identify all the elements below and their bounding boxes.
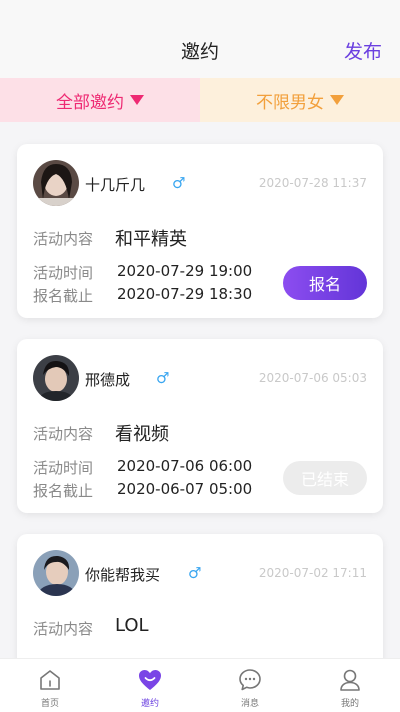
- home-icon: [40, 670, 60, 690]
- post-time: 2020-07-02 17:11: [258, 566, 367, 580]
- activity-time-label: 活动时间: [33, 264, 94, 282]
- deadline-value: 2020-06-07 05:00: [117, 480, 253, 498]
- tab-invite[interactable]: 邀约: [100, 659, 200, 712]
- top-bar: 邀约 发布: [0, 0, 400, 78]
- tab-profile-label: 我的: [340, 699, 359, 709]
- ended-button[interactable]: 已结束: [283, 461, 367, 495]
- bottom-tab-bar: 首页 邀约 消息 我的: [0, 658, 400, 712]
- deadline-label: 报名截止: [33, 482, 94, 500]
- message-icon: [239, 669, 261, 691]
- profile-icon: [340, 669, 360, 691]
- avatar[interactable]: [33, 160, 79, 206]
- invite-type-filter[interactable]: 全部邀约: [0, 78, 200, 122]
- gender-filter[interactable]: 不限男女: [200, 78, 400, 122]
- invite-heart-icon: [139, 670, 161, 690]
- dropdown-triangle-icon: [330, 95, 344, 105]
- tab-home[interactable]: 首页: [0, 659, 100, 712]
- user-name: 十几斤几: [85, 176, 146, 194]
- invite-card[interactable]: 十几斤几 ♂ 2020-07-28 11:37 活动内容 和平精英 活动时间 2…: [17, 144, 383, 318]
- content-label: 活动内容: [33, 425, 94, 443]
- activity-time-value: 2020-07-29 19:00: [117, 262, 253, 280]
- publish-button[interactable]: 发布: [344, 37, 382, 64]
- post-time: 2020-07-06 05:03: [258, 371, 367, 385]
- invite-card[interactable]: 你能帮我买 ♂ 2020-07-02 17:11 活动内容 LOL: [17, 534, 383, 660]
- male-icon: ♂: [188, 564, 202, 582]
- avatar[interactable]: [33, 355, 79, 401]
- invite-card[interactable]: 邢德成 ♂ 2020-07-06 05:03 活动内容 看视频 活动时间 202…: [17, 339, 383, 513]
- activity-time-label: 活动时间: [33, 459, 94, 477]
- dropdown-triangle-icon: [130, 95, 144, 105]
- tab-home-label: 首页: [40, 699, 59, 709]
- invite-list[interactable]: 十几斤几 ♂ 2020-07-28 11:37 活动内容 和平精英 活动时间 2…: [0, 122, 400, 660]
- activity-time-value: 2020-07-06 06:00: [117, 457, 253, 475]
- post-time: 2020-07-28 11:37: [258, 176, 367, 190]
- content-value: LOL: [115, 615, 149, 636]
- content-label: 活动内容: [33, 230, 94, 248]
- tab-profile[interactable]: 我的: [300, 659, 400, 712]
- content-value: 和平精英: [115, 229, 187, 250]
- deadline-value: 2020-07-29 18:30: [117, 285, 253, 303]
- signup-button[interactable]: 报名: [283, 266, 367, 300]
- deadline-label: 报名截止: [33, 287, 94, 305]
- avatar[interactable]: [33, 550, 79, 596]
- tab-messages-label: 消息: [240, 699, 259, 709]
- tab-invite-label: 邀约: [140, 699, 159, 709]
- invite-type-filter-label: 全部邀约: [56, 92, 124, 113]
- male-icon: ♂: [156, 369, 170, 387]
- tab-messages[interactable]: 消息: [200, 659, 300, 712]
- user-name: 邢德成: [85, 371, 131, 389]
- filter-bar: 全部邀约 不限男女: [0, 78, 400, 122]
- gender-filter-label: 不限男女: [256, 92, 324, 113]
- user-name: 你能帮我买: [85, 566, 161, 584]
- content-label: 活动内容: [33, 620, 94, 638]
- page-title: 邀约: [180, 41, 219, 63]
- male-icon: ♂: [172, 174, 186, 192]
- content-value: 看视频: [115, 424, 169, 445]
